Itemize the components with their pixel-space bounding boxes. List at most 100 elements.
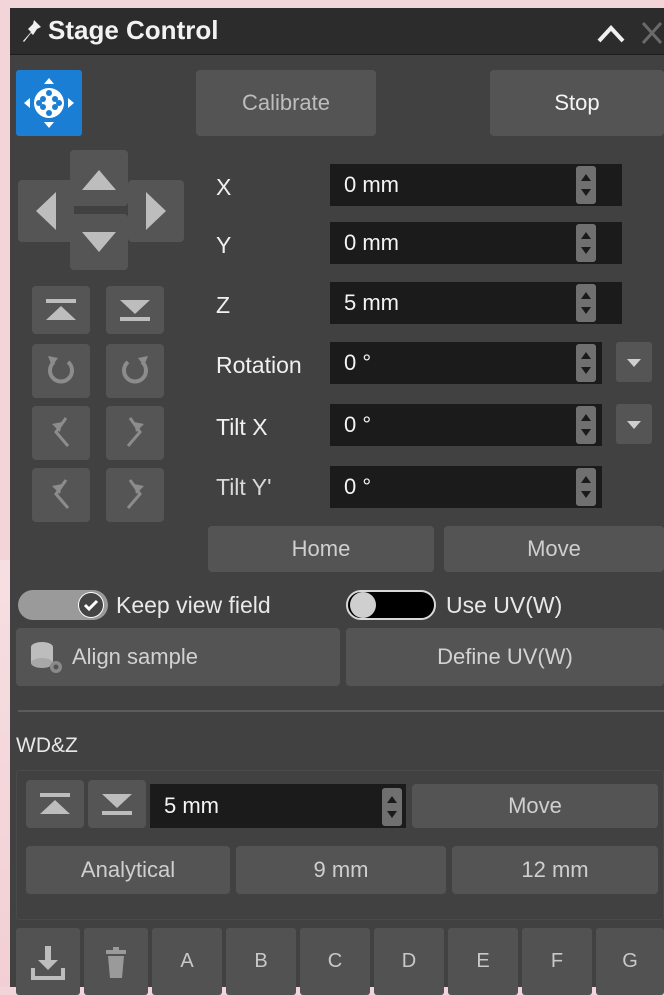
stop-button[interactable]: Stop [490,70,664,136]
close-icon[interactable] [640,20,664,46]
align-sample-label: Align sample [72,644,198,669]
spinner-arrows-icon [581,414,591,436]
z-label: Z [216,292,231,318]
move-button-label: Move [527,536,581,561]
tilt-left-icon [52,417,70,447]
rotation-label: Rotation [216,352,302,378]
y-spinner[interactable] [576,224,596,262]
tilt-x-plus-button[interactable] [106,406,164,460]
tilt-right-icon [126,479,144,509]
chevron-down-icon [627,421,641,429]
x-value: 0 mm [344,172,399,197]
bookmark-g-label: G [622,950,638,972]
spinner-arrows-icon [581,476,591,498]
tilt-y-field[interactable]: 0 ° [330,466,602,508]
rotate-ccw-button[interactable] [32,344,90,398]
preset-12mm-button[interactable]: 12 mm [452,846,658,894]
x-label: X [216,174,232,200]
align-top-icon [46,299,76,320]
spinner-arrows-icon [581,174,591,196]
x-spinner[interactable] [576,166,596,204]
y-label: Y [216,232,232,258]
arrow-up-icon [82,170,116,190]
pin-icon[interactable] [20,16,44,46]
rotation-value: 0 ° [344,350,372,375]
arrow-down-icon [82,232,116,252]
move-down-button[interactable] [70,214,128,270]
tilt-y-spinner[interactable] [576,468,596,506]
rotation-spinner[interactable] [576,344,596,382]
home-button[interactable]: Home [208,526,434,572]
bookmark-c-button[interactable]: C [300,928,370,995]
tilt-x-field[interactable]: 0 ° [330,404,602,446]
define-uv-button[interactable]: Define UV(W) [346,628,664,686]
align-sample-button[interactable]: Align sample [16,628,340,686]
wd-value: 5 mm [164,793,219,818]
bookmark-e-button[interactable]: E [448,928,518,995]
trash-icon [106,946,126,978]
spinner-arrows-icon [581,292,591,314]
tilt-y-plus-button[interactable] [106,468,164,522]
rotation-field[interactable]: 0 ° [330,342,602,384]
wd-bottom-button[interactable] [88,780,146,828]
z-top-button[interactable] [32,286,90,334]
spinner-arrows-icon [581,352,591,374]
wd-move-label: Move [508,793,562,818]
tilt-y-label: Tilt Y' [216,474,272,500]
rotate-cw-button[interactable] [106,344,164,398]
database-gear-icon [31,642,62,673]
wd-move-button[interactable]: Move [412,784,658,828]
bookmark-f-button[interactable]: F [522,928,592,995]
move-left-button[interactable] [18,180,74,242]
wdz-section-title: WD&Z [16,734,78,757]
check-icon [79,593,103,617]
preset-9mm-label: 9 mm [313,857,369,882]
section-divider [18,710,664,712]
use-uv-toggle[interactable] [346,590,436,620]
home-button-label: Home [291,536,351,561]
arrow-right-icon [146,192,166,230]
bookmark-d-label: D [401,950,417,972]
tilt-y-minus-button[interactable] [32,468,90,522]
rotation-dropdown-button[interactable] [616,342,652,382]
move-button[interactable]: Move [444,526,664,572]
tilt-x-minus-button[interactable] [32,406,90,460]
bookmark-e-label: E [476,950,490,972]
tilt-x-dropdown-button[interactable] [616,404,652,444]
toggle-knob [78,592,104,618]
align-bottom-icon [102,794,132,815]
preset-12mm-label: 12 mm [521,857,589,882]
tilt-y-value: 0 ° [344,474,372,499]
bookmark-a-button[interactable]: A [152,928,222,995]
bookmark-b-button[interactable]: B [226,928,296,995]
keep-view-field-toggle[interactable] [18,590,108,620]
stage-navigation-button[interactable] [16,70,82,136]
spinner-arrows-icon [387,796,397,818]
tilt-x-value: 0 ° [344,412,372,437]
move-up-button[interactable] [70,150,128,206]
wd-field[interactable]: 5 mm [150,784,406,828]
tilt-x-label: Tilt X [216,414,268,440]
calibrate-button[interactable]: Calibrate [196,70,376,136]
preset-analytical-button[interactable]: Analytical [26,846,230,894]
bookmark-g-button[interactable]: G [596,928,664,995]
wd-top-button[interactable] [26,780,84,828]
delete-position-button[interactable] [84,928,148,995]
define-uv-label: Define UV(W) [437,644,573,669]
rotate-cw-icon [122,356,148,384]
chevron-up-icon[interactable] [596,22,626,44]
z-bottom-button[interactable] [106,286,164,334]
tilt-x-spinner[interactable] [576,406,596,444]
panel-title: Stage Control [48,15,219,45]
spinner-arrows-icon [581,232,591,254]
tilt-right-icon [126,417,144,447]
preset-9mm-button[interactable]: 9 mm [236,846,446,894]
wd-spinner[interactable] [382,788,402,826]
move-right-button[interactable] [128,180,184,242]
download-icon [31,945,65,980]
bookmark-d-button[interactable]: D [374,928,444,995]
stage-control-panel: Stage Control Calibrate Stop X 0 mm Y 0 … [10,8,664,995]
z-spinner[interactable] [576,284,596,322]
save-position-button[interactable] [16,928,80,995]
keep-view-field-label: Keep view field [116,592,271,618]
